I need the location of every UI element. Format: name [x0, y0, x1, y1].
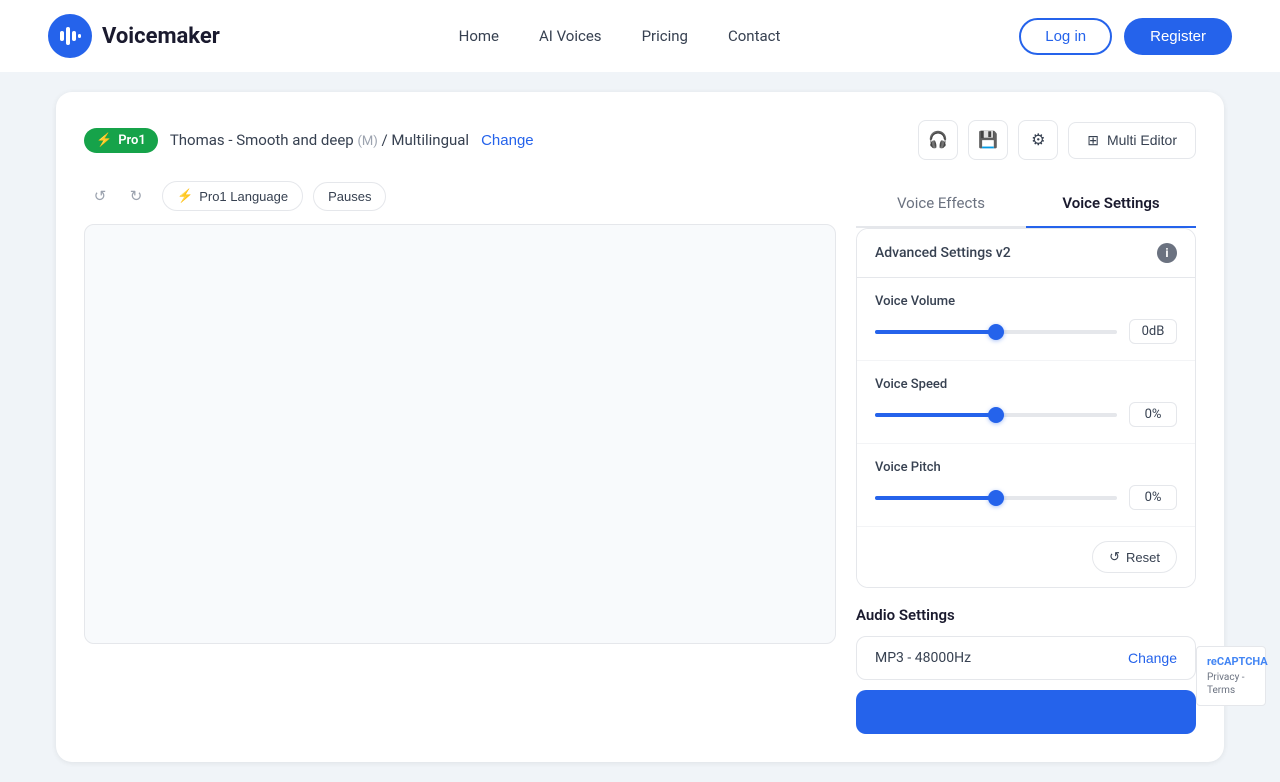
save-icon: 💾 — [978, 130, 998, 150]
headphone-icon: 🎧 — [928, 130, 948, 150]
nav-contact[interactable]: Contact — [728, 27, 780, 45]
voice-volume-group: Voice Volume 0dB — [857, 278, 1195, 361]
save-button[interactable]: 💾 — [968, 120, 1008, 160]
pro1-badge: ⚡ Pro1 — [84, 128, 158, 153]
recaptcha-badge: reCAPTCHA Privacy - Terms — [1196, 646, 1266, 706]
voice-pitch-label: Voice Pitch — [875, 460, 1177, 475]
tab-voice-settings[interactable]: Voice Settings — [1026, 180, 1196, 228]
audio-change-button[interactable]: Change — [1128, 650, 1177, 666]
editor-toolbar: ⚡ Pro1 Thomas - Smooth and deep (M) / Mu… — [84, 120, 1196, 160]
voice-volume-track[interactable] — [875, 330, 1117, 334]
nav-actions: Log in Register — [1019, 18, 1232, 55]
voice-volume-row: 0dB — [875, 319, 1177, 344]
editor-area: ↺ ↻ ⚡ Pro1 Language Pauses Voice Effects… — [84, 180, 1196, 734]
pauses-button[interactable]: Pauses — [313, 182, 386, 211]
nav-home[interactable]: Home — [459, 27, 499, 45]
lightning-small-icon: ⚡ — [177, 188, 193, 204]
navbar: Voicemaker Home AI Voices Pricing Contac… — [0, 0, 1280, 72]
audio-settings-title: Audio Settings — [856, 606, 1196, 624]
voice-speed-value: 0% — [1129, 402, 1177, 427]
nav-links: Home AI Voices Pricing Contact — [459, 27, 781, 45]
undo-button[interactable]: ↺ — [84, 180, 116, 212]
audio-settings: Audio Settings MP3 - 48000Hz Change — [856, 606, 1196, 734]
redo-button[interactable]: ↻ — [120, 180, 152, 212]
headphone-button[interactable]: 🎧 — [918, 120, 958, 160]
voice-pitch-track[interactable] — [875, 496, 1117, 500]
pro1-badge-label: Pro1 — [118, 133, 146, 148]
voice-volume-label: Voice Volume — [875, 294, 1177, 309]
advanced-settings-label: Advanced Settings v2 — [875, 245, 1011, 261]
settings-panel: Advanced Settings v2 i Voice Volume 0dB — [856, 228, 1196, 588]
advanced-settings-header: Advanced Settings v2 i — [857, 229, 1195, 278]
voice-speed-label: Voice Speed — [875, 377, 1177, 392]
lightning-icon: ⚡ — [96, 133, 112, 148]
reset-icon: ↺ — [1109, 549, 1120, 565]
layers-icon: ⊞ — [1087, 132, 1099, 149]
voice-speed-track[interactable] — [875, 413, 1117, 417]
voice-volume-value: 0dB — [1129, 319, 1177, 344]
toolbar-icons: 🎧 💾 ⚙ ⊞ Multi Editor — [918, 120, 1196, 160]
audio-format-row: MP3 - 48000Hz Change — [856, 636, 1196, 680]
recaptcha-logo: reCAPTCHA — [1207, 655, 1255, 669]
voice-pitch-value: 0% — [1129, 485, 1177, 510]
editor-card: ⚡ Pro1 Thomas - Smooth and deep (M) / Mu… — [56, 92, 1224, 762]
nav-pricing[interactable]: Pricing — [642, 27, 688, 45]
audio-format-text: MP3 - 48000Hz — [875, 650, 971, 666]
nav-ai-voices[interactable]: AI Voices — [539, 27, 602, 45]
register-button[interactable]: Register — [1124, 18, 1232, 55]
voice-name-label: Thomas - Smooth and deep (M) / Multiling… — [170, 131, 469, 149]
main-content: ⚡ Pro1 Thomas - Smooth and deep (M) / Mu… — [0, 72, 1280, 782]
voice-pitch-group: Voice Pitch 0% — [857, 444, 1195, 527]
recaptcha-links: Privacy - Terms — [1207, 671, 1255, 697]
editor-actions: ↺ ↻ ⚡ Pro1 Language Pauses — [84, 180, 836, 212]
pro1-language-button[interactable]: ⚡ Pro1 Language — [162, 181, 303, 211]
logo-icon — [48, 14, 92, 58]
toolbar-left: ⚡ Pro1 Thomas - Smooth and deep (M) / Mu… — [84, 128, 534, 153]
brand-name: Voicemaker — [102, 24, 220, 49]
reset-button[interactable]: ↺ Reset — [1092, 541, 1177, 573]
text-editor-section: ↺ ↻ ⚡ Pro1 Language Pauses — [84, 180, 836, 734]
info-icon[interactable]: i — [1157, 243, 1177, 263]
gear-icon: ⚙ — [1031, 130, 1045, 150]
voice-speed-row: 0% — [875, 402, 1177, 427]
reset-row: ↺ Reset — [857, 527, 1195, 587]
voice-tabs: Voice Effects Voice Settings — [856, 180, 1196, 228]
settings-button[interactable]: ⚙ — [1018, 120, 1058, 160]
tab-voice-effects[interactable]: Voice Effects — [856, 180, 1026, 228]
login-button[interactable]: Log in — [1019, 18, 1112, 55]
multi-editor-button[interactable]: ⊞ Multi Editor — [1068, 122, 1196, 159]
voice-speed-group: Voice Speed 0% — [857, 361, 1195, 444]
text-editor-area[interactable] — [84, 224, 836, 644]
audio-action-bar[interactable] — [856, 690, 1196, 734]
right-panel: Voice Effects Voice Settings Advanced Se… — [856, 180, 1196, 734]
voice-pitch-row: 0% — [875, 485, 1177, 510]
brand-logo: Voicemaker — [48, 14, 220, 58]
undo-redo-group: ↺ ↻ — [84, 180, 152, 212]
change-voice-button[interactable]: Change — [481, 132, 534, 149]
